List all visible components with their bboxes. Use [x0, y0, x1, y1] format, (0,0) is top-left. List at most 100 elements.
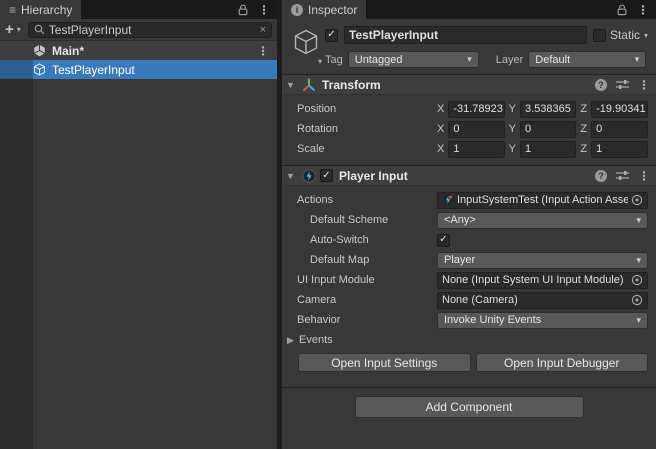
create-button[interactable]: + — [5, 22, 14, 37]
add-component-button[interactable]: Add Component — [354, 396, 584, 418]
gameobject-cube-icon — [33, 62, 47, 77]
auto-switch-checkbox[interactable]: ✓ — [437, 233, 450, 247]
ui-input-module-label: UI Input Module — [297, 274, 375, 286]
object-picker-icon[interactable] — [628, 294, 643, 306]
active-checkbox[interactable]: ✓ — [325, 28, 338, 42]
rotation-y-field[interactable]: 0 — [520, 120, 577, 138]
player-input-title: Player Input — [339, 168, 408, 183]
search-clear-icon[interactable]: × — [260, 24, 266, 36]
position-label: Position — [297, 103, 337, 115]
static-dropdown-icon[interactable]: ▾ — [644, 31, 648, 40]
scale-z-field[interactable]: 1 — [591, 140, 649, 158]
presets-icon[interactable] — [616, 170, 629, 181]
tab-hierarchy[interactable]: ≡ Hierarchy — [0, 0, 82, 19]
hierarchy-menu-icon[interactable]: ⋮ — [258, 4, 270, 16]
help-icon[interactable]: ? — [595, 78, 607, 91]
lock-icon[interactable] — [617, 4, 627, 16]
default-map-dropdown[interactable]: Player ▾ — [437, 251, 648, 269]
static-checkbox[interactable] — [592, 28, 606, 42]
events-foldout[interactable]: ▶ Events — [282, 330, 656, 350]
camera-row: Camera None (Camera) — [282, 290, 656, 310]
axis-y-label: Y — [508, 123, 517, 135]
hierarchy-tree: Main* ⋮ TestPlayerInput — [0, 41, 277, 449]
help-icon[interactable]: ? — [595, 169, 607, 182]
name-value: TestPlayerInput — [349, 28, 439, 42]
position-x-field[interactable]: -31.78923 — [448, 100, 505, 118]
player-input-header[interactable]: ▼ ✓ Player Input ? ⋮ — [282, 165, 656, 186]
component-menu-icon[interactable]: ⋮ — [638, 79, 650, 91]
ui-input-module-object-field[interactable]: None (Input System UI Input Module) — [437, 271, 648, 289]
foldout-closed-icon: ▶ — [287, 334, 294, 345]
static-label: Static — [609, 28, 640, 42]
tree-item-testplayerinput[interactable]: TestPlayerInput — [0, 60, 277, 79]
inspector-tab-label: Inspector — [308, 2, 358, 17]
component-menu-icon[interactable]: ⋮ — [638, 170, 650, 182]
actions-object-field[interactable]: InputSystemTest (Input Action Asset) — [437, 191, 648, 209]
chevron-down-icon: ▾ — [634, 54, 640, 64]
presets-icon[interactable] — [616, 79, 629, 90]
default-scheme-dropdown[interactable]: <Any> ▾ — [437, 211, 648, 229]
scene-menu-icon[interactable]: ⋮ — [257, 45, 277, 57]
foldout-open-icon[interactable]: ▼ — [286, 80, 298, 90]
camera-label: Camera — [297, 294, 337, 306]
input-action-asset-icon — [442, 194, 454, 206]
foldout-open-icon[interactable]: ▼ — [286, 171, 298, 181]
gameobject-gizmo-icon[interactable] — [292, 28, 320, 68]
inspector-tabbar: i Inspector ⋮ — [282, 0, 656, 19]
visibility-gutter[interactable] — [0, 41, 33, 60]
component-enabled-checkbox[interactable]: ✓ — [320, 169, 333, 182]
hierarchy-tab-icon: ≡ — [9, 2, 17, 17]
axis-y-label: Y — [508, 143, 517, 155]
search-icon — [34, 24, 45, 35]
auto-switch-row: Auto-Switch ✓ — [282, 230, 656, 250]
behavior-dropdown[interactable]: Invoke Unity Events ▾ — [437, 311, 648, 329]
scale-x-field[interactable]: 1 — [448, 140, 505, 158]
hierarchy-search-input[interactable]: TestPlayerInput × — [27, 21, 272, 38]
position-y-field[interactable]: 3.538365 — [520, 100, 577, 118]
layer-label: Layer — [495, 53, 524, 66]
behavior-label: Behavior — [297, 314, 341, 326]
open-input-debugger-button[interactable]: Open Input Debugger — [475, 353, 648, 372]
position-z-field[interactable]: -19.90341 — [591, 100, 649, 118]
scene-row-main[interactable]: Main* ⋮ — [0, 41, 277, 60]
add-component-zone: Add Component — [282, 387, 656, 418]
rotation-z-field[interactable]: 0 — [591, 120, 649, 138]
name-input[interactable]: TestPlayerInput — [344, 26, 587, 44]
ui-input-module-value: None (Input System UI Input Module) — [442, 274, 624, 286]
create-dropdown-icon[interactable]: ▾ — [17, 25, 21, 34]
axis-z-label: Z — [580, 123, 588, 135]
lock-icon[interactable] — [238, 4, 248, 16]
object-picker-icon[interactable] — [628, 274, 643, 286]
unity-scene-icon — [33, 44, 47, 58]
ui-input-module-row: UI Input Module None (Input System UI In… — [282, 270, 656, 290]
axis-x-label: X — [437, 143, 445, 155]
hierarchy-tab-label: Hierarchy — [21, 2, 73, 17]
inspector-menu-icon[interactable]: ⋮ — [637, 4, 649, 16]
search-value: TestPlayerInput — [48, 22, 132, 37]
tag-dropdown[interactable]: Untagged ▾ — [347, 51, 479, 68]
gizmo-dropdown-icon[interactable]: ▾ — [318, 57, 322, 66]
chevron-down-icon: ▾ — [636, 314, 641, 325]
axis-x-label: X — [437, 103, 445, 115]
camera-object-field[interactable]: None (Camera) — [437, 291, 648, 309]
player-input-component: ▼ ✓ Player Input ? ⋮ Actions InputSystem… — [282, 165, 656, 378]
scale-y-field[interactable]: 1 — [520, 140, 577, 158]
object-picker-icon[interactable] — [628, 194, 643, 206]
actions-row: Actions InputSystemTest (Input Action As… — [282, 190, 656, 210]
transform-header[interactable]: ▼ Transform ? ⋮ — [282, 74, 656, 95]
visibility-gutter[interactable] — [0, 60, 33, 79]
axis-y-label: Y — [508, 103, 517, 115]
player-input-buttons: Open Input Settings Open Input Debugger — [282, 350, 656, 372]
camera-value: None (Camera) — [442, 294, 518, 306]
inspector-panel: i Inspector ⋮ ▾ ✓ TestPlayerInput Static… — [282, 0, 656, 449]
tab-inspector[interactable]: i Inspector — [282, 0, 367, 19]
layer-dropdown[interactable]: Default ▾ — [528, 51, 647, 68]
transform-component: ▼ Transform ? ⋮ Position X -31.78923 Y 3… — [282, 74, 656, 165]
scene-name: Main* — [52, 43, 85, 58]
rotation-x-field[interactable]: 0 — [448, 120, 505, 138]
transform-icon — [302, 78, 316, 92]
events-label: Events — [299, 334, 333, 346]
actions-label: Actions — [297, 194, 334, 206]
axis-z-label: Z — [580, 143, 588, 155]
open-input-settings-button[interactable]: Open Input Settings — [298, 353, 471, 372]
